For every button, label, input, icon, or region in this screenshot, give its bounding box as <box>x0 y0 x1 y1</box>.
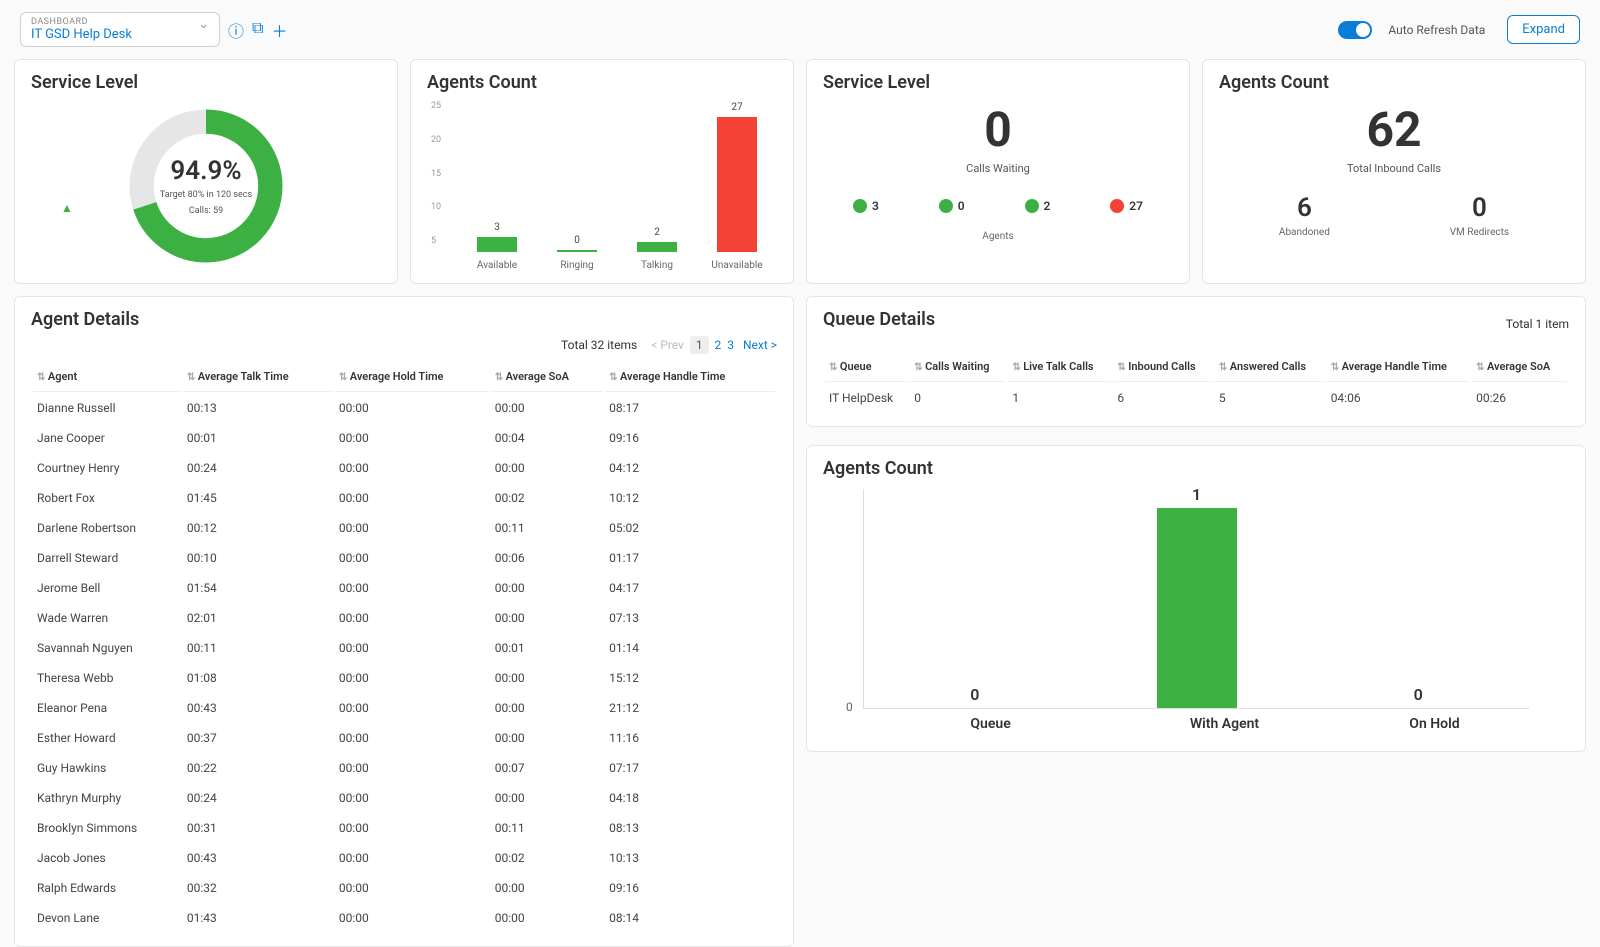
service-level-calls: Calls: 59 <box>160 206 252 218</box>
col-header[interactable]: Average Handle Time <box>1327 352 1470 382</box>
copy-icon[interactable]: ⧉ <box>252 18 263 42</box>
table-row: Jerome Bell01:5400:0000:0004:17 <box>33 574 775 602</box>
table-row: Wade Warren02:0100:0000:0007:13 <box>33 604 775 632</box>
agents-count-chart-card: Agents Count 0 0Queue1With Agent0On Hold <box>806 445 1586 752</box>
table-row: Robert Fox01:4500:0000:0210:12 <box>33 484 775 512</box>
inbound-calls-card: Agents Count 62 Total Inbound Calls 6Aba… <box>1202 59 1586 284</box>
service-level-donut-card: Service Level ▲ 94.9% Target 80% in 120 … <box>14 59 398 284</box>
y-axis: 252015105 <box>431 101 441 246</box>
queue-total: Total 1 item <box>1506 317 1569 331</box>
page-3[interactable]: 3 <box>727 338 734 352</box>
table-row: Kathryn Murphy00:2400:0000:0004:18 <box>33 784 775 812</box>
agents-label: Agents <box>823 231 1173 242</box>
table-row: Savannah Nguyen00:1100:0000:0101:14 <box>33 634 775 662</box>
chevron-down-icon: ⌄ <box>198 17 209 32</box>
service-level-target: Target 80% in 120 secs <box>160 190 252 202</box>
table-row: Ralph Edwards00:3200:0000:0009:16 <box>33 874 775 902</box>
col-header[interactable]: Answered Calls <box>1215 352 1325 382</box>
inbound-label: Total Inbound Calls <box>1219 162 1569 175</box>
agents-count-chart: 0 0Queue1With Agent0On Hold <box>863 489 1529 709</box>
info-icon[interactable]: ⓘ <box>228 18 244 42</box>
table-row: Brooklyn Simmons00:3100:0000:1108:13 <box>33 814 775 842</box>
dashboard-section-label: DASHBOARD <box>31 17 209 27</box>
table-row: Eleanor Pena00:4300:0000:0021:12 <box>33 694 775 722</box>
auto-refresh-toggle[interactable] <box>1338 21 1372 39</box>
agents-count-bar-card: Agents Count 252015105 3Available0Ringin… <box>410 59 794 284</box>
col-header[interactable]: Average Hold Time <box>335 362 489 392</box>
agent-dot-available: 3 <box>853 199 879 213</box>
calls-waiting-label: Calls Waiting <box>823 162 1173 175</box>
table-row: Courtney Henry00:2400:0000:0004:12 <box>33 454 775 482</box>
bar-ringing: 0Ringing <box>537 235 617 271</box>
dashboard-selector[interactable]: DASHBOARD IT GSD Help Desk ⌄ <box>20 12 220 47</box>
table-row: IT HelpDesk016504:0600:26 <box>825 384 1567 412</box>
bar-with-agent: 1With Agent <box>1086 485 1308 708</box>
col-header[interactable]: Inbound Calls <box>1113 352 1213 382</box>
trend-up-icon: ▲ <box>61 201 73 215</box>
agent-dot-talking: 2 <box>1025 199 1051 213</box>
card-title: Agents Count <box>823 458 1569 479</box>
page-2[interactable]: 2 <box>715 338 722 352</box>
card-title: Service Level <box>823 72 1173 93</box>
dashboard-name: IT GSD Help Desk <box>31 27 132 42</box>
bar-on-hold: 0On Hold <box>1307 685 1529 708</box>
table-row: Esther Howard00:3700:0000:0011:16 <box>33 724 775 752</box>
inbound-value: 62 <box>1219 101 1569 158</box>
table-row: Theresa Webb01:0800:0000:0015:12 <box>33 664 775 692</box>
agent-dot-ringing: 0 <box>939 199 965 213</box>
queue-details-card: Queue Details Total 1 item QueueCalls Wa… <box>806 296 1586 427</box>
table-row: Guy Hawkins00:2200:0000:0707:17 <box>33 754 775 782</box>
page-1[interactable]: 1 <box>690 336 709 354</box>
table-row: Jane Cooper00:0100:0000:0409:16 <box>33 424 775 452</box>
next-page[interactable]: Next > <box>743 338 777 352</box>
queue-details-table: QueueCalls WaitingLive Talk CallsInbound… <box>823 350 1569 414</box>
bar-queue: 0Queue <box>864 685 1086 708</box>
prev-page: < Prev <box>651 338 684 352</box>
table-row: Devon Lane01:4300:0000:0008:14 <box>33 904 775 932</box>
vm-redirects-stat: 0VM Redirects <box>1450 193 1509 238</box>
col-header[interactable]: Average Talk Time <box>183 362 333 392</box>
card-title: Queue Details <box>823 309 935 330</box>
agents-bar-chart: 252015105 3Available0Ringing2Talking27Un… <box>427 101 777 271</box>
col-header[interactable]: Average SoA <box>1472 352 1567 382</box>
card-title: Agents Count <box>427 72 777 93</box>
card-title: Agent Details <box>31 309 777 330</box>
auto-refresh-label: Auto Refresh Data <box>1388 23 1485 37</box>
col-header[interactable]: Calls Waiting <box>910 352 1006 382</box>
agent-details-card: Agent Details Total 32 items < Prev 1 2 … <box>14 296 794 947</box>
bar-talking: 2Talking <box>617 227 697 271</box>
service-level-value: 94.9% <box>160 156 252 186</box>
calls-waiting-value: 0 <box>823 101 1173 158</box>
agent-details-table: AgentAverage Talk TimeAverage Hold TimeA… <box>31 360 777 934</box>
abandoned-stat: 6Abandoned <box>1279 193 1330 238</box>
col-header[interactable]: Queue <box>825 352 908 382</box>
table-row: Darlene Robertson00:1200:0000:1105:02 <box>33 514 775 542</box>
bar-unavailable: 27Unavailable <box>697 102 777 271</box>
bar-available: 3Available <box>457 222 537 271</box>
col-header[interactable]: Live Talk Calls <box>1008 352 1111 382</box>
plus-icon[interactable]: ＋ <box>271 18 287 42</box>
calls-waiting-card: Service Level 0 Calls Waiting 3 0 2 27 A… <box>806 59 1190 284</box>
table-row: Dianne Russell00:1300:0000:0008:17 <box>33 394 775 422</box>
agent-dot-unavailable: 27 <box>1110 199 1143 213</box>
card-title: Agents Count <box>1219 72 1569 93</box>
table-row: Darrell Steward00:1000:0000:0601:17 <box>33 544 775 572</box>
card-title: Service Level <box>31 72 381 93</box>
expand-button[interactable]: Expand <box>1507 15 1580 44</box>
total-items: Total 32 items <box>561 338 637 352</box>
col-header[interactable]: Agent <box>33 362 181 392</box>
col-header[interactable]: Average SoA <box>491 362 603 392</box>
table-row: Jacob Jones00:4300:0000:0210:13 <box>33 844 775 872</box>
col-header[interactable]: Average Handle Time <box>605 362 775 392</box>
